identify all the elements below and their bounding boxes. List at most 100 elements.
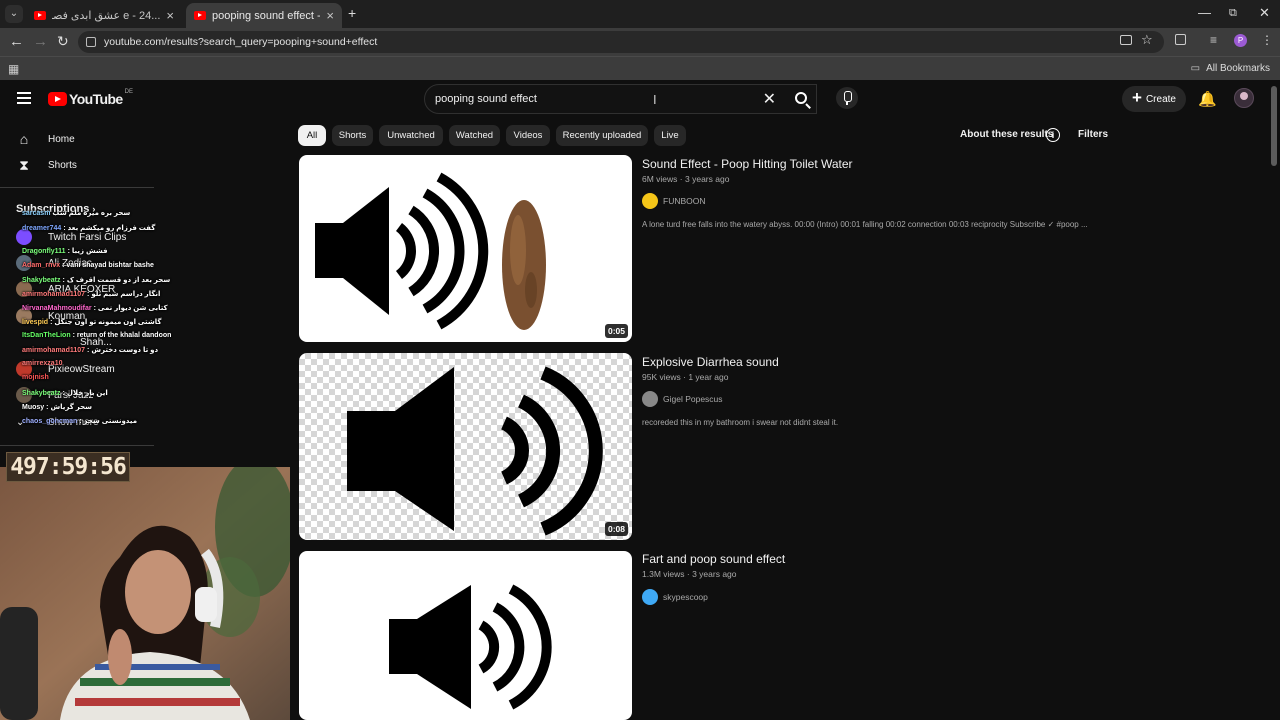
- show-more-button[interactable]: ⌄ Show more: [16, 411, 99, 433]
- channel-avatar: [16, 308, 32, 324]
- video-title[interactable]: Sound Effect - Poop Hitting Toilet Water: [642, 157, 853, 171]
- chip-shorts[interactable]: Shorts: [332, 125, 373, 146]
- search-input[interactable]: pooping sound effect I ✕: [424, 84, 817, 114]
- chevron-down-icon: ⌄: [16, 416, 25, 428]
- filters-button[interactable]: Filters: [1078, 129, 1108, 140]
- bookmark-star-icon[interactable]: ☆: [1141, 32, 1153, 48]
- subscription-name: Twitch Farsi Clips: [48, 231, 127, 243]
- subscription-item[interactable]: Twitch Farsi Clips: [16, 226, 126, 248]
- subscription-item[interactable]: Shah...: [80, 331, 112, 353]
- chip-live[interactable]: Live: [654, 125, 686, 146]
- browser-menu-icon[interactable]: ⋮: [1261, 33, 1273, 47]
- channel-link[interactable]: skypescoop: [642, 589, 708, 605]
- bell-icon[interactable]: 🔔: [1198, 90, 1217, 108]
- browser-toolbar: ← → ↻ youtube.com/results?search_query=p…: [0, 28, 1280, 56]
- logo-text: YouTube: [69, 91, 123, 107]
- close-tab-icon[interactable]: ×: [166, 8, 174, 23]
- install-app-icon[interactable]: [1120, 35, 1132, 45]
- video-meta: 6M views · 3 years ago: [642, 174, 730, 184]
- channel-avatar: [642, 391, 658, 407]
- divider: [0, 445, 154, 446]
- bookmarks-bar: ▦ All Bookmarks: [0, 56, 1280, 80]
- chip-watched[interactable]: Watched: [449, 125, 500, 146]
- sidebar-item-home[interactable]: ⌂ Home: [0, 126, 154, 152]
- new-tab-button[interactable]: +: [348, 5, 356, 21]
- hamburger-icon[interactable]: [17, 92, 31, 104]
- youtube-play-icon: [48, 92, 67, 106]
- video-thumbnail[interactable]: [299, 551, 632, 720]
- tab-list-dropdown[interactable]: ⌄: [5, 5, 23, 23]
- view-count: 6M views: [642, 174, 678, 184]
- subscription-item[interactable]: ARIA KEOXER: [16, 278, 115, 300]
- address-bar[interactable]: youtube.com/results?search_query=pooping…: [78, 31, 1164, 53]
- poop-icon: [502, 200, 546, 330]
- media-control-icon[interactable]: ≡: [1210, 33, 1217, 47]
- youtube-logo[interactable]: YouTube DE: [48, 89, 133, 107]
- create-label: Create: [1145, 93, 1176, 105]
- subscription-item[interactable]: PixieowStream: [16, 358, 115, 380]
- webcam-image: [0, 467, 290, 720]
- video-description: recoreded this in my bathroom i swear no…: [642, 418, 839, 427]
- video-title[interactable]: Fart and poop sound effect: [642, 552, 785, 566]
- video-thumbnail[interactable]: 0:05: [299, 155, 632, 342]
- create-button[interactable]: + Create: [1122, 86, 1186, 112]
- search-icon: [795, 92, 807, 104]
- channel-link[interactable]: Gigel Popescus: [642, 391, 723, 407]
- apps-grid-icon[interactable]: ▦: [8, 62, 19, 76]
- home-icon: ⌂: [19, 131, 29, 147]
- account-avatar[interactable]: [1234, 88, 1254, 108]
- forward-arrow-icon[interactable]: →: [33, 33, 48, 50]
- about-results-link[interactable]: About these results: [960, 129, 1053, 140]
- mic-icon[interactable]: [836, 87, 858, 109]
- page-scrollbar[interactable]: [1271, 86, 1277, 166]
- youtube-header: YouTube DE pooping sound effect I ✕ + Cr…: [0, 80, 1280, 120]
- youtube-favicon-icon: [194, 11, 206, 20]
- plus-icon: +: [1132, 88, 1142, 107]
- search-value: pooping sound effect: [435, 93, 537, 105]
- close-tab-icon[interactable]: ×: [326, 8, 334, 23]
- subscription-item[interactable]: Ali Zodiac: [16, 252, 92, 274]
- clear-search-icon[interactable]: ✕: [763, 89, 776, 109]
- all-bookmarks-button[interactable]: All Bookmarks: [1191, 63, 1270, 74]
- extensions-icon[interactable]: [1175, 34, 1186, 45]
- channel-link[interactable]: FUNBOON: [642, 193, 706, 209]
- channel-avatar: [16, 255, 32, 271]
- reload-icon[interactable]: ↻: [57, 33, 69, 50]
- show-more-label: Show more: [48, 416, 99, 428]
- browser-tab-2[interactable]: pooping sound effect - YouTube ×: [186, 3, 342, 28]
- site-info-icon[interactable]: [86, 37, 96, 47]
- chip-unwatched[interactable]: Unwatched: [379, 125, 443, 146]
- back-arrow-icon[interactable]: ←: [9, 33, 24, 50]
- subscriptions-title[interactable]: Subscriptions ›: [16, 203, 95, 215]
- channel-avatar: [16, 361, 32, 377]
- video-title[interactable]: Explosive Diarrhea sound: [642, 355, 779, 369]
- subscription-name: PixieowStream: [48, 363, 115, 375]
- chip-recently-uploaded[interactable]: Recently uploaded: [556, 125, 648, 146]
- info-icon[interactable]: i: [1046, 128, 1060, 142]
- upload-age: 3 years ago: [685, 174, 730, 184]
- video-duration: 0:05: [604, 324, 628, 338]
- minimize-icon[interactable]: —: [1198, 5, 1211, 20]
- channel-name: FUNBOON: [663, 196, 706, 206]
- channel-name: skypescoop: [663, 592, 708, 602]
- subscription-name: Ali Zodiac: [48, 257, 92, 269]
- close-window-icon[interactable]: ✕: [1259, 5, 1270, 21]
- video-duration: 0:08: [604, 522, 628, 536]
- webcam-feed: [0, 467, 290, 720]
- subscription-item[interactable]: Kouman: [16, 305, 85, 327]
- speaker-icon: [315, 172, 546, 330]
- youtube-favicon-icon: [34, 11, 46, 20]
- browser-tab-1[interactable]: ...e - 24 عشق ابدی فصل 3 قسمت ×: [26, 3, 182, 28]
- subscription-item[interactable]: Farsi Jazz: [16, 384, 94, 406]
- chip-videos[interactable]: Videos: [506, 125, 550, 146]
- tab-title: ...e - 24 عشق ابدی فصل 3 قسمت: [52, 10, 161, 22]
- profile-avatar-icon[interactable]: P: [1234, 34, 1247, 47]
- restore-icon[interactable]: ⧉: [1229, 7, 1237, 20]
- search-button[interactable]: [785, 84, 819, 114]
- chip-all[interactable]: All: [298, 125, 326, 146]
- video-meta: 95K views · 1 year ago: [642, 372, 729, 382]
- view-count: 95K views: [642, 372, 681, 382]
- speaker-icon: [389, 584, 552, 710]
- sidebar-item-shorts[interactable]: ⧗ Shorts: [0, 152, 154, 178]
- video-thumbnail[interactable]: 0:08: [299, 353, 632, 540]
